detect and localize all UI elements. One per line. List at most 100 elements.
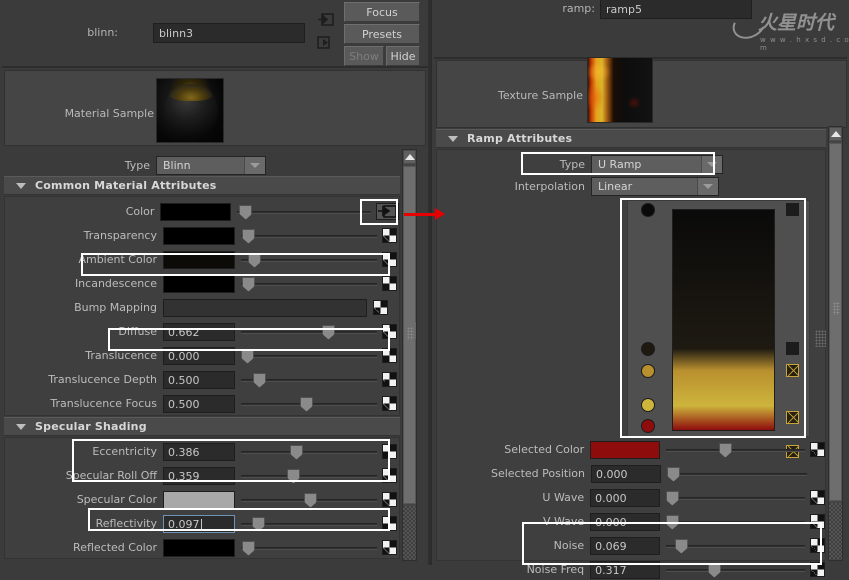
section-common-material-attributes[interactable]: Common Material Attributes	[4, 176, 400, 195]
texture-map-button[interactable]	[810, 562, 826, 577]
right-scrollbar-thumb[interactable]	[829, 143, 842, 501]
left-scrollbar[interactable]	[402, 149, 417, 561]
slider-handle[interactable]	[248, 252, 261, 268]
slider-handle[interactable]	[718, 442, 732, 458]
color-swatch[interactable]	[163, 274, 235, 293]
value-slider[interactable]	[665, 513, 806, 531]
ramp-gradient-strip[interactable]	[672, 209, 775, 431]
value-slider[interactable]	[241, 251, 377, 269]
color-swatch[interactable]	[163, 490, 235, 509]
ramp-color-marker[interactable]	[641, 203, 655, 217]
value-slider[interactable]	[241, 491, 377, 509]
section-specular-shading[interactable]: Specular Shading	[4, 417, 400, 436]
presets-button[interactable]: Presets	[344, 24, 420, 44]
texture-map-button[interactable]	[382, 324, 397, 339]
value-slider[interactable]	[237, 203, 371, 221]
slider-handle[interactable]	[665, 514, 679, 530]
value-input[interactable]: 0.500	[163, 370, 235, 389]
texture-map-button[interactable]	[810, 538, 826, 553]
show-button[interactable]: Show	[344, 46, 384, 66]
texture-map-button[interactable]	[382, 540, 397, 555]
value-input[interactable]: 0.000	[591, 464, 661, 483]
blinn-name-input[interactable]: blinn3	[153, 23, 305, 43]
slider-handle[interactable]	[287, 468, 300, 484]
texture-map-button[interactable]	[373, 300, 388, 315]
texture-map-button[interactable]	[382, 492, 397, 507]
value-slider[interactable]	[665, 561, 806, 579]
value-input[interactable]: 0.000	[163, 346, 235, 365]
slider-handle[interactable]	[242, 228, 255, 244]
slider-handle[interactable]	[242, 540, 255, 556]
ramp-color-marker[interactable]	[641, 341, 655, 356]
scroll-up-arrow-icon[interactable]	[829, 127, 842, 141]
value-slider[interactable]	[665, 489, 806, 507]
value-slider[interactable]	[241, 323, 377, 341]
value-slider[interactable]	[241, 443, 377, 461]
value-slider[interactable]	[241, 275, 377, 293]
ramp-delete-marker-button[interactable]	[786, 411, 799, 425]
slider-handle[interactable]	[241, 348, 254, 364]
value-slider[interactable]	[667, 465, 807, 483]
slider-handle[interactable]	[322, 324, 335, 340]
material-sample-swatch[interactable]	[156, 78, 224, 143]
bump-map-field[interactable]	[163, 298, 367, 317]
value-input[interactable]: 0.000	[590, 488, 660, 507]
ramp-interpolation-dropdown[interactable]: Linear	[591, 177, 719, 196]
value-input[interactable]: 0.097	[163, 514, 235, 533]
value-slider[interactable]	[241, 227, 377, 245]
slider-handle[interactable]	[290, 444, 303, 460]
value-input[interactable]: 0.500	[163, 394, 235, 413]
slider-handle[interactable]	[242, 276, 255, 292]
scrollbar-trough[interactable]	[829, 503, 842, 559]
slider-handle[interactable]	[667, 466, 680, 482]
value-input[interactable]: 0.359	[163, 466, 235, 485]
panel-resize-grip[interactable]	[405, 322, 416, 339]
input-connection-icon[interactable]	[317, 12, 334, 29]
texture-map-button[interactable]	[382, 372, 397, 387]
texture-map-button[interactable]	[810, 514, 826, 529]
ramp-name-input[interactable]: ramp5	[600, 0, 752, 19]
value-slider[interactable]	[241, 347, 377, 365]
slider-handle[interactable]	[674, 538, 688, 554]
slider-handle[interactable]	[665, 490, 679, 506]
value-slider[interactable]	[241, 539, 377, 557]
texture-map-button[interactable]	[382, 228, 397, 243]
color-map-button[interactable]	[376, 203, 399, 220]
slider-handle[interactable]	[253, 372, 266, 388]
slider-handle[interactable]	[300, 396, 313, 412]
value-input[interactable]: 0.662	[163, 322, 235, 341]
value-input[interactable]: 0.317	[590, 560, 660, 579]
right-scrollbar[interactable]	[828, 126, 843, 561]
texture-sample-swatch[interactable]	[587, 57, 653, 123]
color-swatch[interactable]	[163, 226, 235, 245]
material-type-dropdown[interactable]: Blinn	[156, 156, 266, 175]
ramp-color-marker[interactable]	[641, 364, 655, 379]
slider-handle[interactable]	[252, 516, 265, 532]
ramp-delete-marker-button[interactable]	[786, 364, 799, 378]
color-swatch[interactable]	[590, 440, 660, 459]
ramp-color-marker[interactable]	[641, 419, 655, 433]
value-slider[interactable]	[665, 441, 806, 459]
texture-map-button[interactable]	[382, 444, 397, 459]
value-input[interactable]: 0.000	[590, 512, 660, 531]
ramp-gradient-widget[interactable]	[627, 200, 810, 458]
hide-button[interactable]: Hide	[386, 46, 420, 66]
texture-map-button[interactable]	[382, 396, 397, 411]
scroll-up-arrow-icon[interactable]	[403, 150, 416, 164]
ramp-color-marker[interactable]	[641, 398, 655, 413]
texture-map-button[interactable]	[810, 442, 826, 457]
ramp-marker-slot[interactable]	[786, 203, 799, 216]
ramp-type-dropdown[interactable]: U Ramp	[591, 155, 723, 174]
texture-map-button[interactable]	[382, 516, 397, 531]
value-input[interactable]: 0.386	[163, 442, 235, 461]
slider-handle[interactable]	[239, 204, 253, 220]
scrollbar-trough[interactable]	[403, 506, 416, 560]
texture-map-button[interactable]	[382, 276, 397, 291]
value-slider[interactable]	[665, 537, 806, 555]
texture-map-button[interactable]	[382, 252, 397, 267]
texture-map-button[interactable]	[382, 348, 397, 363]
value-slider[interactable]	[241, 467, 377, 485]
value-slider[interactable]	[241, 371, 377, 389]
texture-map-button[interactable]	[382, 468, 397, 483]
section-ramp-attributes[interactable]: Ramp Attributes	[436, 129, 826, 148]
